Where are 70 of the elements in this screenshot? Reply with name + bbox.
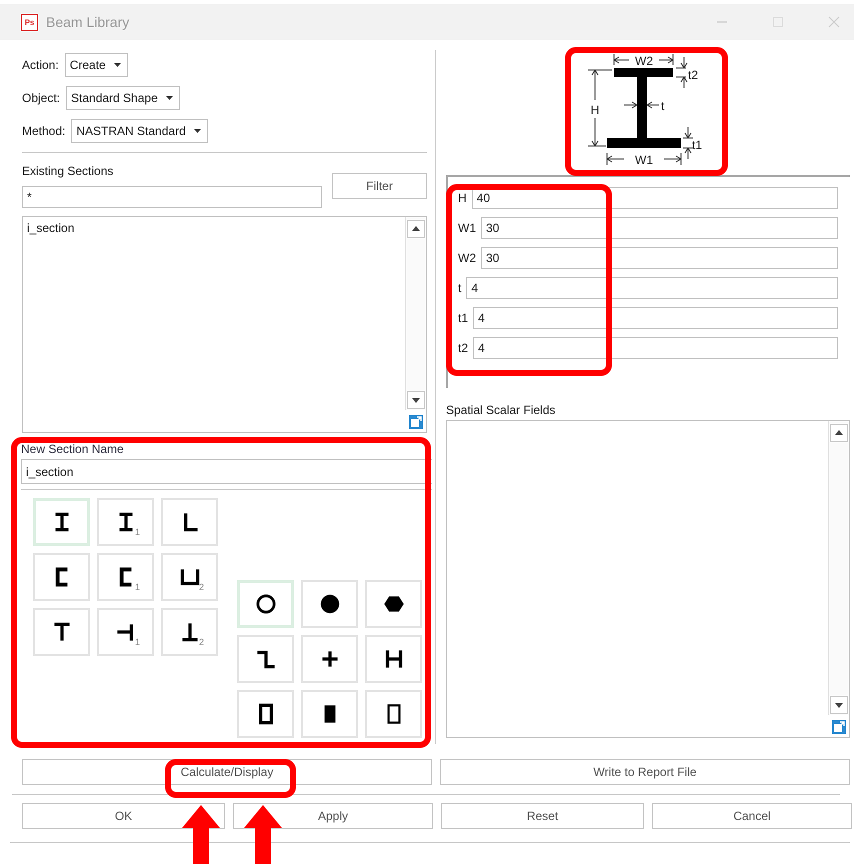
shape-button[interactable] bbox=[237, 635, 294, 683]
dimension-label: t2 bbox=[688, 68, 698, 82]
shape-button[interactable] bbox=[301, 690, 358, 738]
shape-button[interactable] bbox=[237, 690, 294, 738]
dialog-button[interactable]: Apply bbox=[233, 803, 433, 829]
shape-button[interactable] bbox=[301, 580, 358, 628]
dialog-button[interactable]: Cancel bbox=[652, 803, 852, 829]
scroll-down-icon[interactable] bbox=[407, 391, 425, 409]
scrollbar[interactable] bbox=[828, 421, 849, 715]
section-name-field[interactable]: i_section bbox=[21, 459, 432, 484]
shape-button[interactable] bbox=[301, 635, 358, 683]
calculate-button[interactable]: Calculate/Display bbox=[22, 759, 432, 785]
shape-button[interactable]: 1 bbox=[97, 608, 154, 656]
dialog-button[interactable]: OK bbox=[22, 803, 225, 829]
dropdown[interactable]: Standard Shape bbox=[66, 86, 180, 110]
shape-button[interactable] bbox=[365, 690, 422, 738]
section-label: Existing Sections bbox=[22, 163, 114, 180]
dropdown[interactable]: NASTRAN Standard bbox=[71, 119, 208, 143]
scrollbar[interactable] bbox=[405, 217, 426, 410]
parameter-field[interactable]: 40 bbox=[472, 187, 838, 209]
window-title: Beam Library bbox=[46, 14, 130, 30]
shape-button[interactable]: 1 bbox=[97, 498, 154, 546]
shape-button[interactable]: 2 bbox=[161, 608, 218, 656]
scroll-down-icon[interactable] bbox=[830, 696, 848, 714]
parameter-field[interactable]: 4 bbox=[466, 277, 838, 299]
parameter-label: t1 bbox=[458, 311, 468, 325]
shape-button[interactable] bbox=[365, 635, 422, 683]
shape-button[interactable] bbox=[33, 608, 90, 656]
caret-icon bbox=[166, 96, 173, 100]
shape-button[interactable] bbox=[365, 580, 422, 628]
section-label: Spatial Scalar Fields bbox=[446, 403, 556, 419]
parameter-field[interactable]: 4 bbox=[473, 307, 838, 329]
parameter-label: W1 bbox=[458, 221, 476, 235]
dimension-label: W1 bbox=[635, 153, 653, 167]
shape-button[interactable]: 2 bbox=[161, 553, 218, 601]
filter-button[interactable]: Filter bbox=[332, 173, 427, 199]
scroll-up-icon[interactable] bbox=[407, 220, 425, 238]
shape-button[interactable]: 1 bbox=[97, 553, 154, 601]
field-label: Object: bbox=[22, 91, 60, 105]
parameter-label: t2 bbox=[458, 341, 468, 355]
filter-field[interactable]: * bbox=[22, 186, 322, 208]
shape-button[interactable] bbox=[237, 580, 294, 628]
caret-icon bbox=[114, 63, 121, 67]
field-label: Method: bbox=[22, 124, 66, 138]
parameter-field[interactable]: 30 bbox=[481, 217, 838, 239]
scroll-up-icon[interactable] bbox=[830, 424, 848, 442]
caret-icon bbox=[194, 129, 201, 133]
field-label: Action: bbox=[22, 58, 59, 72]
section-name-label: New Section Name bbox=[21, 442, 125, 458]
parameter-label: H bbox=[458, 191, 467, 205]
pointer-arrow bbox=[182, 805, 220, 864]
parameter-label: W2 bbox=[458, 251, 476, 265]
dropdown[interactable]: Create bbox=[64, 53, 128, 77]
export-icon[interactable] bbox=[408, 414, 424, 430]
shape-button[interactable] bbox=[33, 553, 90, 601]
list-item[interactable]: i_section bbox=[27, 221, 74, 235]
parameter-label: t bbox=[458, 281, 462, 295]
pointer-arrow bbox=[244, 805, 282, 864]
report-button[interactable]: Write to Report File bbox=[440, 759, 850, 785]
dimension-label: t bbox=[661, 99, 664, 113]
shape-button[interactable] bbox=[161, 498, 218, 546]
dimension-label: W2 bbox=[635, 54, 653, 68]
dimension-label: H bbox=[590, 103, 600, 117]
export-icon[interactable] bbox=[831, 719, 847, 735]
app-logo: Ps bbox=[21, 14, 38, 30]
dimension-label: t1 bbox=[692, 138, 702, 152]
parameter-field[interactable]: 30 bbox=[481, 247, 838, 269]
parameter-field[interactable]: 4 bbox=[473, 337, 838, 359]
shape-button[interactable] bbox=[33, 498, 90, 546]
dialog-button[interactable]: Reset bbox=[441, 803, 644, 829]
